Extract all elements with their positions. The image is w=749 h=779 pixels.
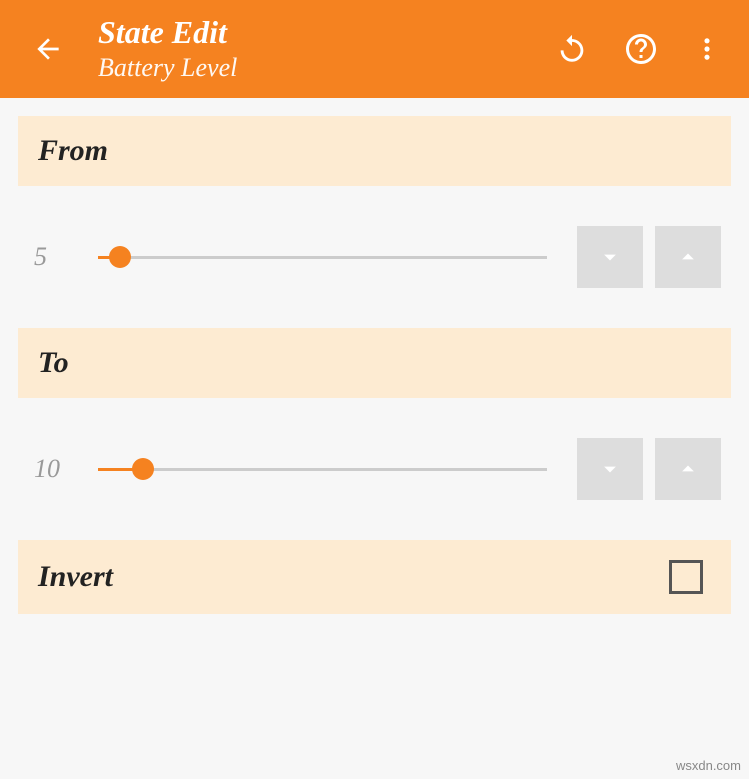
from-slider[interactable] xyxy=(98,242,547,272)
help-button[interactable] xyxy=(623,31,659,67)
slider-thumb[interactable] xyxy=(109,246,131,268)
from-increase-button[interactable] xyxy=(655,226,721,288)
to-row: 10 xyxy=(18,398,731,540)
undo-button[interactable] xyxy=(555,32,589,66)
more-vert-icon xyxy=(693,31,721,67)
page-title: State Edit xyxy=(98,15,555,50)
invert-label: Invert xyxy=(38,560,113,594)
content-area: From 5 To 10 xyxy=(0,98,749,614)
to-header: To xyxy=(18,328,731,398)
arrow-left-icon xyxy=(32,33,64,65)
to-label: To xyxy=(38,346,69,379)
slider-track xyxy=(98,256,547,259)
from-header: From xyxy=(18,116,731,186)
back-button[interactable] xyxy=(18,33,78,65)
from-value: 5 xyxy=(28,242,98,272)
appbar-titles: State Edit Battery Level xyxy=(78,15,555,82)
chevron-up-icon xyxy=(674,455,702,483)
to-increase-button[interactable] xyxy=(655,438,721,500)
to-decrease-button[interactable] xyxy=(577,438,643,500)
to-stepper xyxy=(577,438,721,500)
invert-checkbox[interactable] xyxy=(669,560,703,594)
from-label: From xyxy=(38,134,108,167)
from-stepper xyxy=(577,226,721,288)
to-slider[interactable] xyxy=(98,454,547,484)
app-bar: State Edit Battery Level xyxy=(0,0,749,98)
from-decrease-button[interactable] xyxy=(577,226,643,288)
invert-row[interactable]: Invert xyxy=(18,540,731,614)
page-subtitle: Battery Level xyxy=(98,53,555,83)
to-value: 10 xyxy=(28,454,98,484)
from-row: 5 xyxy=(18,186,731,328)
undo-icon xyxy=(555,32,589,66)
watermark: wsxdn.com xyxy=(676,758,741,773)
slider-thumb[interactable] xyxy=(132,458,154,480)
help-icon xyxy=(623,31,659,67)
appbar-actions xyxy=(555,31,731,67)
chevron-down-icon xyxy=(596,243,624,271)
slider-track xyxy=(98,468,547,471)
overflow-menu-button[interactable] xyxy=(693,31,721,67)
chevron-up-icon xyxy=(674,243,702,271)
chevron-down-icon xyxy=(596,455,624,483)
